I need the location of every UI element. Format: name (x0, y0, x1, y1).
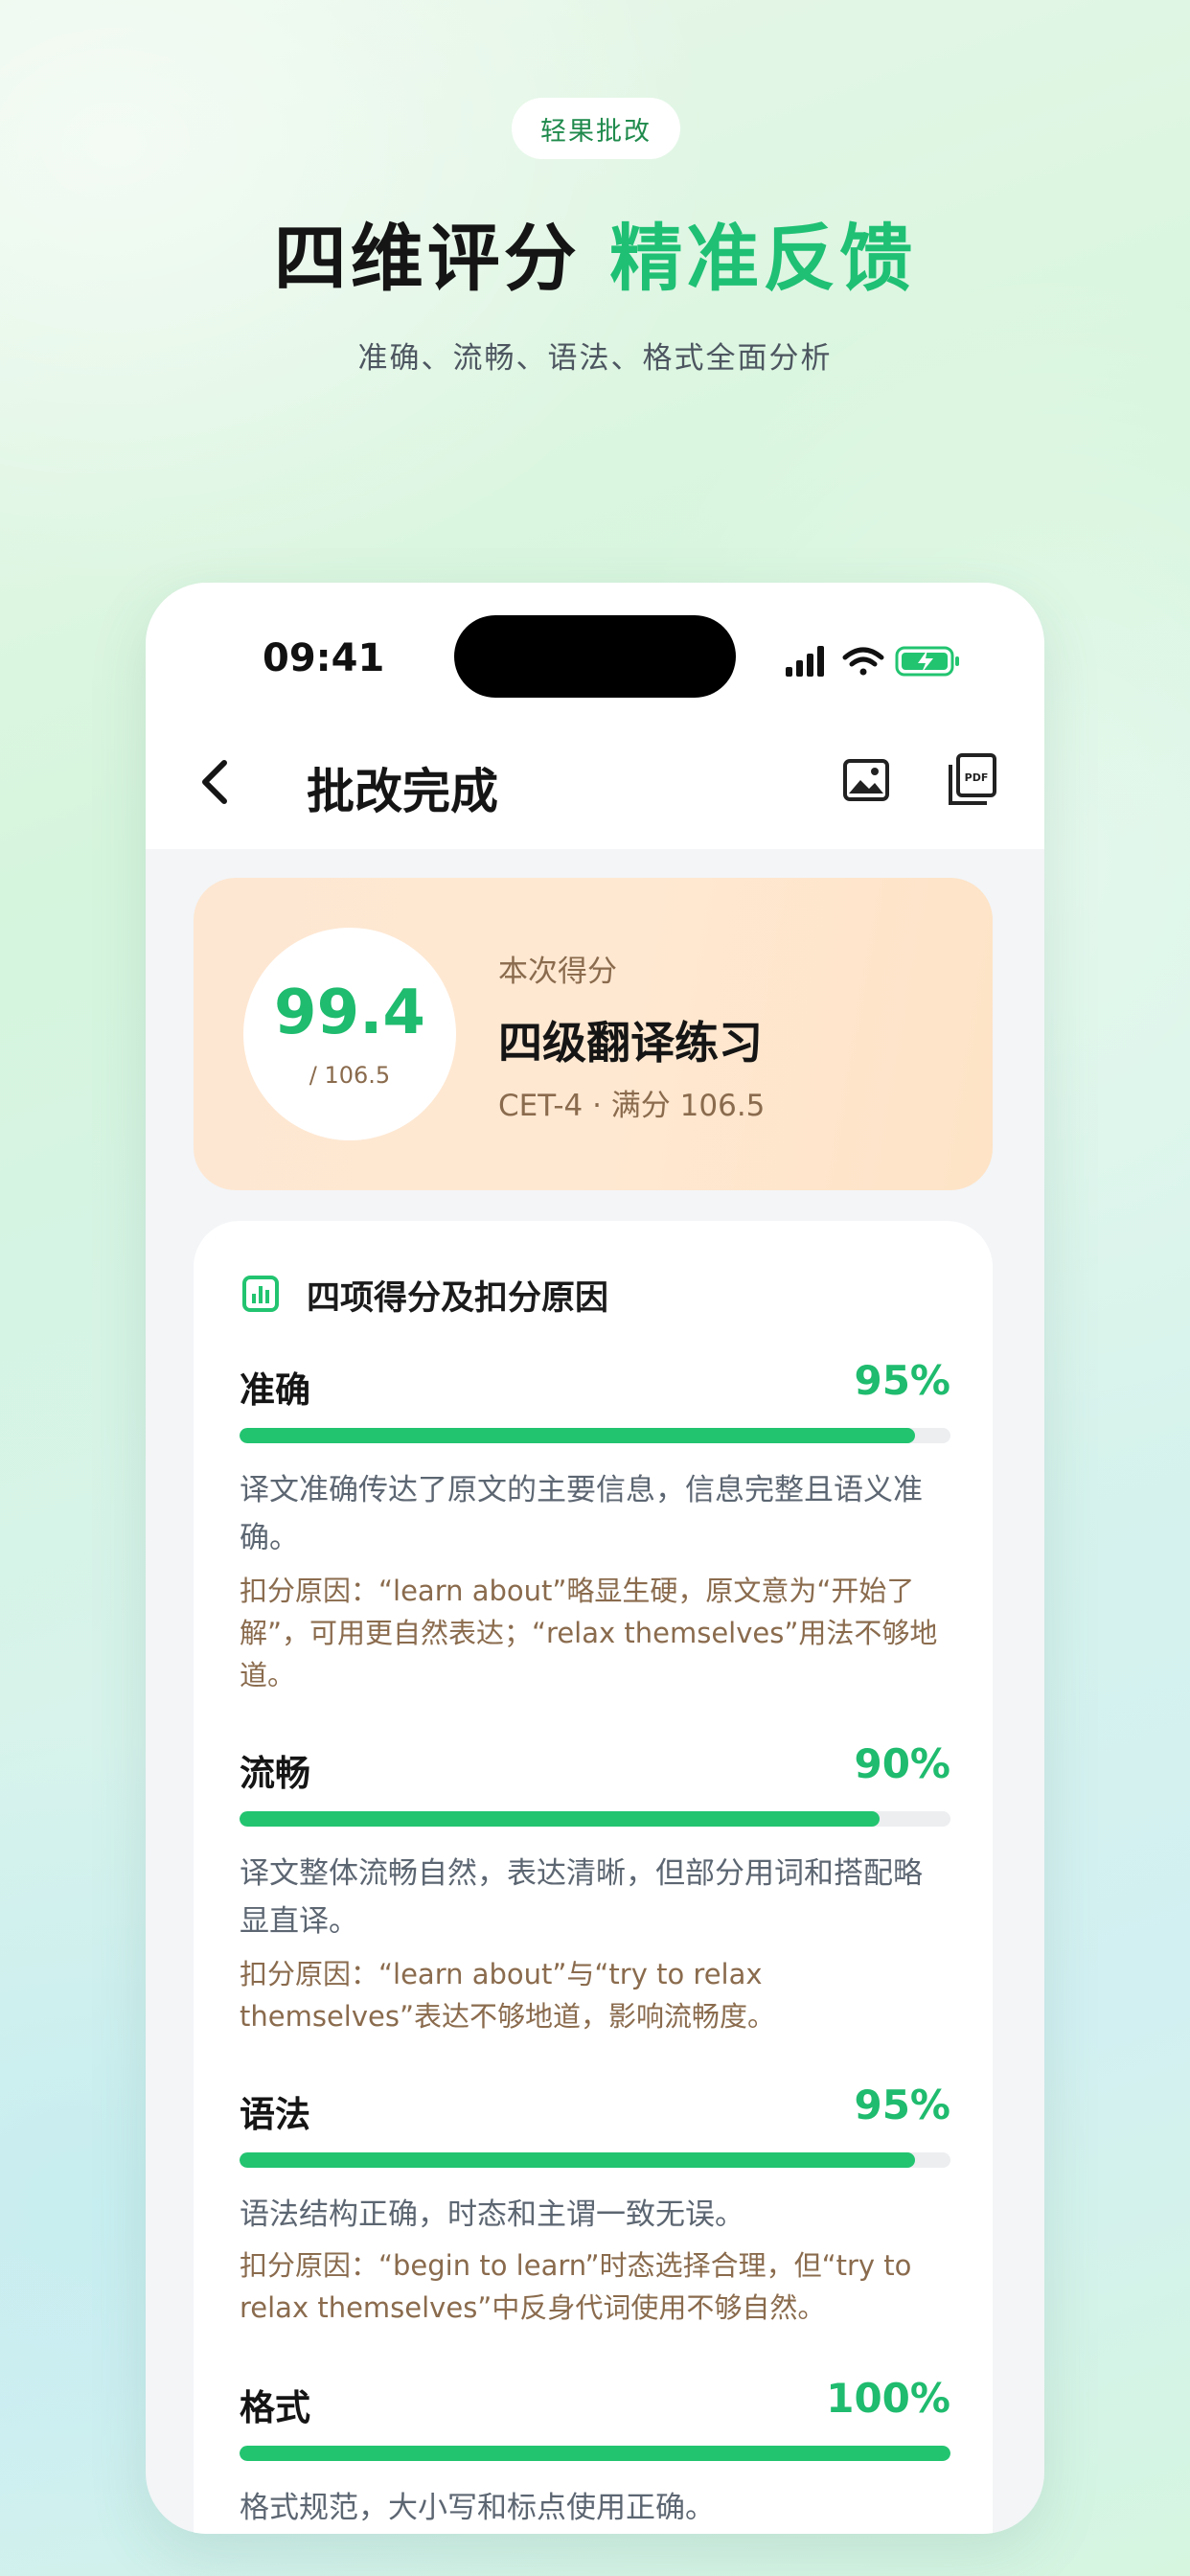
score-details-card: 四项得分及扣分原因 准确 95% 译文准确传达了原文的主要信息，信息完整且语义准… (194, 1221, 993, 2534)
score-circle: 99.4 / 106.5 (243, 928, 456, 1140)
exercise-meta: CET-4 · 满分 106.5 (498, 1089, 766, 1123)
metric-percent: 95% (854, 2082, 950, 2128)
metric-format: 格式 100% 格式规范，大小写和标点使用正确。 (240, 2375, 950, 2534)
progress-fill (240, 2446, 950, 2461)
progress-track (240, 1811, 950, 1827)
image-icon[interactable] (841, 755, 891, 805)
metric-description: 译文整体流畅自然，表达清晰，但部分用词和搭配略显直译。 (240, 1856, 923, 1939)
progress-track (240, 2152, 950, 2168)
wifi-icon (842, 647, 884, 676)
metric-description: 格式规范，大小写和标点使用正确。 (240, 2491, 715, 2525)
metric-grammar: 语法 95% 语法结构正确，时态和主谓一致无误。 扣分原因：“begin to … (240, 2082, 950, 2344)
metric-percent: 90% (854, 1740, 950, 1787)
metric-description: 译文准确传达了原文的主要信息，信息完整且语义准确。 (240, 1473, 923, 1555)
promo-headline: 四维评分 精准反馈 (0, 199, 1190, 305)
metric-fluency: 流畅 90% 译文整体流畅自然，表达清晰，但部分用词和搭配略显直译。 扣分原因：… (240, 1740, 950, 2051)
battery-icon (895, 646, 959, 677)
metric-accuracy: 准确 95% 译文准确传达了原文的主要信息，信息完整且语义准确。 扣分原因：“l… (240, 1357, 950, 1715)
metric-name: 准确 (240, 1369, 310, 1411)
headline-main: 四维评分 (273, 216, 581, 301)
back-icon[interactable] (192, 755, 240, 809)
score-label: 本次得分 (498, 954, 617, 989)
metric-deduction-reason: 扣分原因：“begin to learn”时态选择合理，但“try to rel… (240, 2249, 912, 2324)
signal-icon (786, 646, 824, 677)
score-value: 99.4 (274, 978, 425, 1048)
metric-description: 语法结构正确，时态和主谓一致无误。 (240, 2197, 744, 2232)
headline-accent: 精准反馈 (609, 216, 917, 301)
phone-frame: 09:41 批改完成 PDF 99.4 / 106.5 本次得分 四级翻译练习 … (146, 583, 1044, 2534)
status-time: 09:41 (263, 636, 385, 680)
metric-name: 流畅 (240, 1753, 310, 1794)
app-badge: 轻果批改 (512, 98, 680, 159)
section-title: 四项得分及扣分原因 (307, 1279, 609, 1318)
metric-name: 语法 (240, 2094, 310, 2135)
metric-deduction-reason: 扣分原因：“learn about”与“try to relax themsel… (240, 1958, 775, 2033)
page-title: 批改完成 (307, 764, 498, 819)
progress-fill (240, 1811, 880, 1827)
dynamic-island (454, 615, 736, 698)
progress-fill (240, 2152, 915, 2168)
progress-fill (240, 1428, 915, 1443)
metric-deduction-reason: 扣分原因：“learn about”略显生硬，原文意为“开始了解”，可用更自然表… (240, 1575, 938, 1691)
progress-track (240, 1428, 950, 1443)
exercise-title: 四级翻译练习 (498, 1017, 763, 1069)
score-total: / 106.5 (309, 1062, 391, 1089)
status-icons (786, 646, 959, 677)
metric-name: 格式 (240, 2387, 310, 2428)
pdf-icon[interactable]: PDF (945, 751, 998, 809)
metric-percent: 100% (826, 2375, 950, 2422)
metric-percent: 95% (854, 1357, 950, 1404)
progress-track (240, 2446, 950, 2461)
svg-text:PDF: PDF (965, 771, 989, 784)
top-bar: 09:41 批改完成 PDF (146, 583, 1044, 849)
score-card: 99.4 / 106.5 本次得分 四级翻译练习 CET-4 · 满分 106.… (194, 878, 993, 1190)
promo-subline: 准确、流畅、语法、格式全面分析 (357, 341, 833, 376)
bar-chart-icon (242, 1276, 279, 1312)
